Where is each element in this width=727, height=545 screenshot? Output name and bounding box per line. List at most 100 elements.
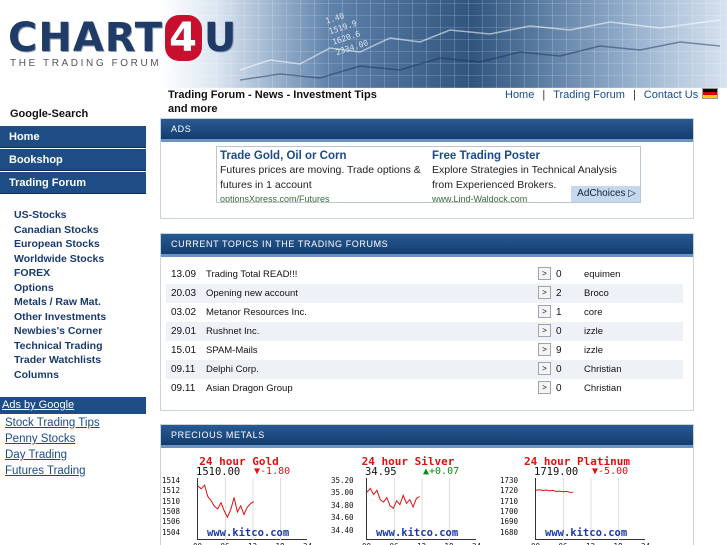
forum-link-technical-trading[interactable]: Technical Trading [14,339,106,354]
topic-date: 03.02 [171,307,197,318]
y-tick-label: 34.60 [331,513,354,523]
topic-last-user[interactable]: core [584,307,602,318]
table-row[interactable]: 03.02 Metanor Resources Inc. >1 core [166,303,683,322]
topic-last-user[interactable]: Broco [584,288,609,299]
topic-open-button[interactable]: > [538,362,551,375]
ads-panel-title: ADS [161,119,693,142]
y-tick-label: 34.80 [331,500,354,510]
topic-date: 09.11 [171,383,196,394]
ad-unit[interactable]: Trade Gold, Oil or Corn Futures prices a… [220,149,425,202]
topic-title[interactable]: Opening new account [206,288,298,299]
forum-link-columns[interactable]: Columns [14,368,106,383]
topic-open-button[interactable]: > [538,381,551,394]
y-tick-label: 1710 [500,496,519,506]
topic-last-user[interactable]: izzle [584,326,603,337]
precious-metals-panel: PRECIOUS METALS 24 hour Gold 1510.00 ▼-1.8… [160,424,694,545]
ads-by-google-link[interactable]: Ads by Google [0,397,146,414]
forum-link-worldwide-stocks[interactable]: Worldwide Stocks [14,252,106,267]
forum-link-options[interactable]: Options [14,281,106,296]
forum-link-us-stocks[interactable]: US-Stocks [14,208,106,223]
ad-link-penny-stocks[interactable]: Penny Stocks [5,431,100,447]
chart-price: 1719.00 [534,466,579,478]
chart-change: ▲+0.07 [423,466,459,477]
chart-title: 24 hour Silver [361,455,455,468]
forum-link-trader-watchlists[interactable]: Trader Watchlists [14,353,106,368]
kitco-source-link[interactable]: www.kitco.com [207,527,289,539]
topic-title[interactable]: Delphi Corp. [206,364,259,375]
forum-link-forex[interactable]: FOREX [14,266,106,281]
ad-title[interactable]: Trade Gold, Oil or Corn [220,149,425,163]
chart-price: 34.95 [365,466,397,478]
topic-open-button[interactable]: > [538,267,551,280]
topic-reply-count: 1 [556,307,562,318]
forum-link-european-stocks[interactable]: European Stocks [14,237,106,252]
metal-price-chart[interactable]: 24 hour Platinum 1719.00 ▼-5.00 1730 1720 171… [500,455,652,545]
y-tick-label: 1680 [500,527,519,537]
topic-open-button[interactable]: > [538,324,551,337]
ad-link-day-trading[interactable]: Day Trading [5,447,100,463]
sidebar-home-button[interactable]: Home [0,126,146,148]
sidebar-trading-forum-button[interactable]: Trading Forum [0,172,146,194]
adsense-box: Trade Gold, Oil or Corn Futures prices a… [216,146,641,203]
table-row[interactable]: 09.11 Asian Dragon Group >0 Christian [166,379,683,398]
y-tick-label: 35.20 [331,476,354,485]
forum-link-newbies-corner[interactable]: Newbies's Corner [14,324,106,339]
metal-price-chart[interactable]: 24 hour Gold 1510.00 ▼-1.80 1514 1512 1510 150… [162,455,314,545]
adchoices-button[interactable]: AdChoices ▷ [571,186,640,202]
table-row[interactable]: 29.01 Rushnet Inc. >0 izzle [166,322,683,341]
y-tick-label: 1730 [500,476,519,485]
metals-panel-title: PRECIOUS METALS [161,425,693,448]
y-tick-label: 34.40 [331,525,354,535]
ad-text: Futures prices are moving. Trade options… [220,164,421,191]
forum-link-canadian-stocks[interactable]: Canadian Stocks [14,223,106,238]
topnav-separator: | [632,89,636,101]
topic-title[interactable]: SPAM-Mails [206,345,258,356]
sidebar-bookshop-button[interactable]: Bookshop [0,149,146,171]
topic-reply-count: 0 [556,383,562,394]
ad-link-stock-trading-tips[interactable]: Stock Trading Tips [5,415,100,431]
table-row[interactable]: 09.11 Delphi Corp. >0 Christian [166,360,683,379]
top-navigation: Home | Trading Forum | Contact Us [505,89,698,101]
ad-title[interactable]: Free Trading Poster [432,149,637,163]
site-logo[interactable]: CHART 4 U THE TRADING FORUM [8,15,268,76]
topnav-home-link[interactable]: Home [505,89,534,101]
topnav-trading-forum-link[interactable]: Trading Forum [553,89,625,101]
ad-url[interactable]: optionsXpress.com/Futures [220,193,425,202]
forum-link-other-investments[interactable]: Other Investments [14,310,106,325]
ad-link-futures-trading[interactable]: Futures Trading [5,463,100,479]
y-tick-label: 1512 [162,486,181,496]
topic-reply-count: 0 [556,364,562,375]
table-row[interactable]: 13.09 Trading Total READ!!! >0 equimen [166,265,683,284]
chart-change-value: +0.07 [429,466,460,477]
topic-last-user[interactable]: equimen [584,269,620,280]
topic-title[interactable]: Asian Dragon Group [206,383,293,394]
table-row[interactable]: 15.01 SPAM-Mails >9 izzle [166,341,683,360]
topic-open-button[interactable]: > [538,305,551,318]
table-row[interactable]: 20.03 Opening new account >2 Broco [166,284,683,303]
price-series-line [536,489,574,493]
forum-link-metals[interactable]: Metals / Raw Mat. [14,295,106,310]
topic-open-button[interactable]: > [538,343,551,356]
topic-title[interactable]: Rushnet Inc. [206,326,259,337]
topic-title[interactable]: Metanor Resources Inc. [206,307,307,318]
german-flag-icon[interactable] [702,88,718,99]
chart-price: 1510.00 [196,466,241,478]
y-tick-label: 35.00 [331,488,354,498]
topic-last-user[interactable]: Christian [584,383,622,394]
google-search-label[interactable]: Google-Search [10,108,88,120]
ads-panel: ADS Trade Gold, Oil or Corn Futures pric… [160,118,694,219]
topnav-separator: | [542,89,546,101]
kitco-source-link[interactable]: www.kitco.com [545,527,627,539]
topic-reply-count: 0 [556,326,562,337]
forum-topics-panel: CURRENT TOPICS IN THE TRADING FORUMS 13.… [160,233,694,411]
logo-tagline: THE TRADING FORUM [10,58,162,69]
topic-date: 13.09 [171,269,197,280]
metal-price-chart[interactable]: 24 hour Silver 34.95 ▲+0.07 35.20 35.00 34.80… [331,455,483,545]
topic-last-user[interactable]: izzle [584,345,603,356]
price-series-line [367,487,420,510]
kitco-source-link[interactable]: www.kitco.com [376,527,458,539]
topnav-contact-us-link[interactable]: Contact Us [644,89,698,101]
topic-last-user[interactable]: Christian [584,364,622,375]
topic-open-button[interactable]: > [538,286,551,299]
topic-title[interactable]: Trading Total READ!!! [206,269,297,280]
